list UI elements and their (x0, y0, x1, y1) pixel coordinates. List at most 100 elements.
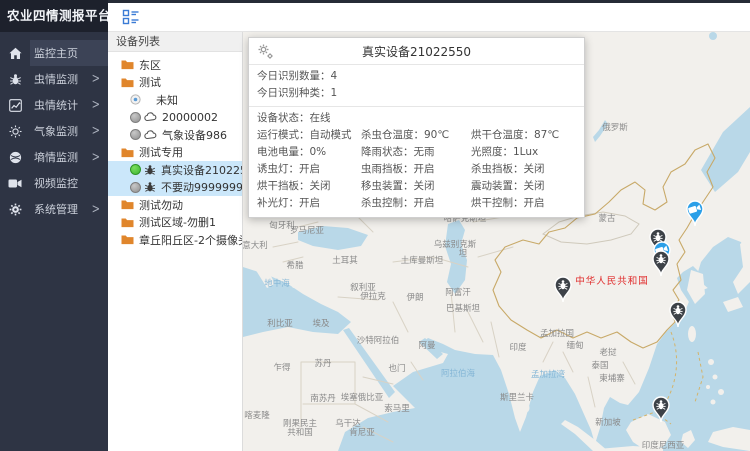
tree-group-label: 测试专用 (139, 144, 183, 160)
map-place-label: 土库曼斯坦 (401, 254, 444, 266)
folder-icon (121, 59, 134, 70)
chevron-right-icon: > (92, 124, 100, 138)
sidebar-item-label: 虫情监测 (34, 71, 78, 87)
map-place-label: 坦 (459, 247, 468, 259)
sidebar-item-label: 视频监控 (34, 175, 78, 191)
tree-list-icon[interactable] (122, 8, 140, 26)
device-tree: 东区 测试 未知 20000002 气象设备986 测试专用 (108, 52, 242, 249)
sidebar-item-系统管理[interactable]: 系统管理 > (0, 196, 108, 222)
tree-device-label: 气象设备986 (162, 127, 227, 143)
tree-group-label: 测试区域-勿删1 (139, 214, 216, 230)
map-place-label: 乍得 (273, 361, 290, 373)
device-param: 烘干仓温度：87℃ (463, 127, 584, 144)
folder-icon (121, 77, 134, 88)
map-place-label: 新加坡 (595, 416, 621, 428)
globe-icon (0, 151, 30, 164)
device-param: 移虫装置：关闭 (353, 178, 463, 195)
popup-device-title: 真实设备21022550 (362, 43, 471, 60)
status-dot (130, 164, 141, 175)
sidebar-item-label: 气象监测 (34, 123, 78, 139)
tree-group-label: 东区 (139, 57, 161, 73)
map-place-label: 喀麦隆 (244, 409, 270, 421)
device-param: 虫雨挡板：开启 (353, 161, 463, 178)
chart-icon (0, 99, 30, 112)
map-place-label: 共和国 (287, 426, 313, 438)
cloud-icon (144, 112, 157, 122)
app-window: 农业四情测报平台 监控主页 虫情监测 > 虫情统计> 气象监测 > (0, 0, 750, 451)
status-dot (130, 112, 141, 123)
folder-icon (121, 147, 134, 158)
map-place-label: 土耳其 (332, 254, 358, 266)
status-dot (130, 129, 141, 140)
map-marker-bug[interactable] (667, 300, 689, 328)
map-place-label: 希腊 (286, 259, 303, 271)
map-marker-bug[interactable] (552, 275, 574, 303)
home-icon (0, 47, 30, 60)
map-place-label: 意大利 (243, 239, 268, 251)
folder-icon (121, 234, 134, 245)
map-place-label: 孟加拉湾 (531, 368, 565, 380)
chevron-right-icon: > (92, 202, 100, 216)
sidebar-item-虫情统计[interactable]: 虫情统计> (0, 92, 108, 118)
sidebar-item-墒情监测[interactable]: 墒情监测> (0, 144, 108, 170)
tree-device-row[interactable]: 20000002 (108, 109, 242, 127)
map-place-label: 南苏丹 (310, 392, 336, 404)
gear-icon (0, 203, 30, 216)
settings-gears-icon[interactable] (257, 43, 274, 63)
map-marker-bug[interactable] (650, 395, 672, 423)
device-param: 烘干控制：开启 (463, 195, 584, 212)
tree-device-row[interactable]: 气象设备986 (108, 126, 242, 144)
tree-group-row[interactable]: 测试 (108, 74, 242, 92)
popup-stats: 今日识别数量：4 今日识别种类：1 (249, 65, 584, 107)
tree-group-row[interactable]: 章丘阳丘区-2个摄像头 (108, 231, 242, 249)
sidebar-item-监控主页[interactable]: 监控主页 (0, 40, 108, 66)
cloud-icon (144, 130, 157, 140)
tree-device-label: 真实设备21022550 (161, 162, 242, 178)
map-marker-camera[interactable] (684, 199, 706, 227)
tree-group-row[interactable]: 东区 (108, 56, 242, 74)
map-place-label: 阿曼 (418, 339, 435, 351)
device-status-row: 设备状态：在线 (249, 110, 584, 127)
chevron-right-icon: > (92, 98, 100, 112)
device-param: 光照度：1Lux (463, 144, 584, 161)
device-params-grid: 运行模式：自动模式杀虫仓温度：90℃烘干仓温度：87℃电池电量：0%降雨状态：无… (249, 127, 584, 217)
app-title: 农业四情测报平台 (0, 0, 108, 32)
map-marker-bug[interactable] (650, 249, 672, 277)
map-place-label: 沙特阿拉伯 (357, 334, 400, 346)
sidebar-item-虫情监测[interactable]: 虫情监测 > (0, 66, 108, 92)
tree-group-row[interactable]: 测试区域-勿删1 (108, 214, 242, 232)
tree-device-row[interactable]: 真实设备21022550 (108, 161, 242, 179)
map-place-label: 老挝 (599, 346, 616, 358)
map-place-label: 乌兹别克斯 (434, 238, 477, 250)
tree-device-row[interactable]: 不要动99999999 (108, 179, 242, 197)
stat-today-species: 今日识别种类：1 (249, 85, 584, 102)
toolbar (108, 0, 750, 32)
sidebar-item-视频监控[interactable]: 视频监控 (0, 170, 108, 196)
chevron-right-icon: > (92, 72, 100, 86)
device-param: 运行模式：自动模式 (249, 127, 353, 144)
sidebar-item-label: 系统管理 (34, 201, 78, 217)
map-place-label: 埃塞俄比亚 (341, 391, 384, 403)
map-place-label: 缅甸 (566, 339, 583, 351)
tree-group-label: 测试 (139, 74, 161, 90)
device-param: 降雨状态：无雨 (353, 144, 463, 161)
map-place-label: 索马里 (384, 402, 410, 414)
device-param: 杀虫仓温度：90℃ (353, 127, 463, 144)
sidebar-nav: 监控主页 虫情监测 > 虫情统计> 气象监测 > 墒情监测> 视频监控 系统管理 > (0, 32, 108, 451)
bug-icon (144, 164, 156, 176)
tree-unknown-row[interactable]: 未知 (108, 91, 242, 109)
map-place-label: 阿拉伯海 (441, 367, 475, 379)
sidebar-item-label: 监控主页 (34, 45, 78, 61)
tree-device-label: 20000002 (162, 111, 218, 124)
map-place-label: 埃及 (312, 317, 329, 329)
device-list-header: 设备列表 (108, 32, 242, 52)
popup-header: 真实设备21022550 (249, 38, 584, 65)
tree-group-label: 测试勿动 (139, 197, 183, 213)
tree-group-row[interactable]: 测试勿动 (108, 196, 242, 214)
status-dot (130, 182, 141, 193)
chevron-right-icon: > (92, 150, 100, 164)
map-place-label: 孟加拉国 (540, 327, 574, 339)
tree-group-row[interactable]: 测试专用 (108, 144, 242, 162)
sidebar-item-气象监测[interactable]: 气象监测 > (0, 118, 108, 144)
tree-item-label: 未知 (156, 92, 178, 108)
